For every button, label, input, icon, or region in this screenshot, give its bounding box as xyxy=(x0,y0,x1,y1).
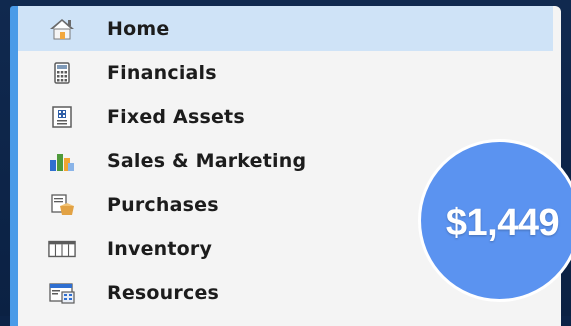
nav-item-label: Sales & Marketing xyxy=(107,150,307,172)
nav-item-label: Inventory xyxy=(107,238,213,260)
nav-item-label: Home xyxy=(107,17,170,40)
table-grid-icon xyxy=(48,237,76,261)
nav-item-label: Fixed Assets xyxy=(107,106,245,128)
price-value: $1,449 xyxy=(445,202,560,244)
nav-item-financials[interactable]: Financials xyxy=(18,51,553,95)
nav-item-label: Financials xyxy=(107,62,217,84)
home-icon xyxy=(48,17,76,41)
building-document-icon xyxy=(48,105,76,129)
resources-calendar-icon xyxy=(48,281,76,305)
nav-item-label: Resources xyxy=(107,282,220,304)
purchase-box-icon xyxy=(48,193,76,217)
nav-item-home[interactable]: Home xyxy=(18,6,553,51)
price-badge: $1,449 xyxy=(418,139,571,302)
bar-chart-icon xyxy=(48,149,76,173)
nav-item-fixed-assets[interactable]: Fixed Assets xyxy=(18,95,553,139)
nav-item-label: Purchases xyxy=(107,194,219,216)
calculator-icon xyxy=(48,61,76,85)
